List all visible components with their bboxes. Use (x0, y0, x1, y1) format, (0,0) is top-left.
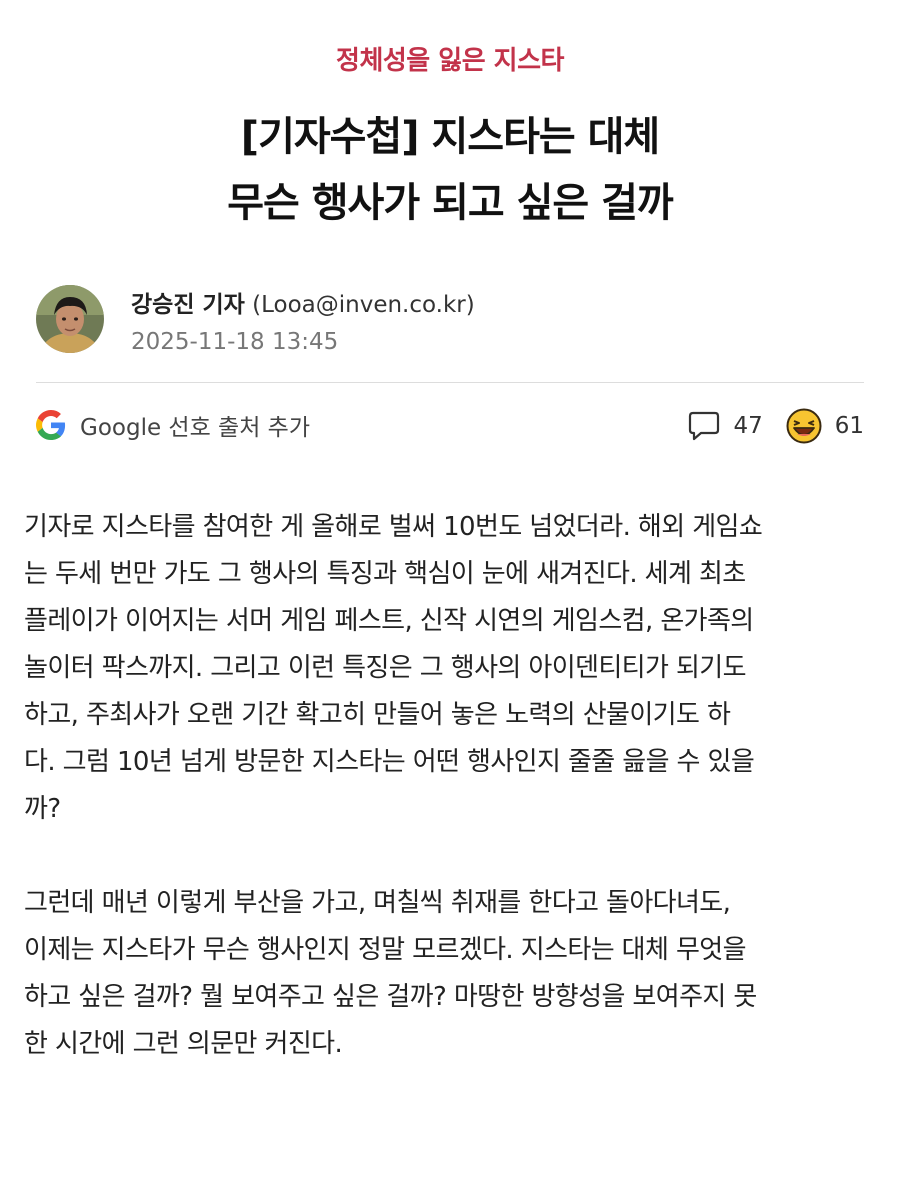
author-email[interactable]: (Looa@inven.co.kr) (252, 292, 475, 318)
comment-count-button[interactable]: 47 (687, 410, 763, 442)
author-line: 강승진 기자 (Looa@inven.co.kr) (131, 285, 475, 319)
author-byline: 강승진 기자 (Looa@inven.co.kr) 2025-11-18 13:… (36, 285, 864, 357)
publish-date: 2025-11-18 13:45 (131, 329, 339, 355)
article-stats: 47 61 (687, 404, 864, 448)
comment-bubble-icon (689, 411, 720, 441)
paragraph-line: 까? (24, 794, 61, 824)
header-divider (36, 382, 864, 383)
paragraph-line: 하고, 주최사가 오랜 기간 확고히 만들어 놓은 노력의 산물이기도 하 (24, 700, 731, 730)
article-headline: [기자수첩] 지스타는 대체 무슨 행사가 되고 싶은 걸까 (0, 104, 900, 236)
paragraph-line: 플레이가 이어지는 서머 게임 페스트, 신작 시연의 게임스컴, 온가족의 (24, 606, 754, 636)
google-logo-icon (36, 410, 66, 440)
article-body: 기자로 지스타를 참여한 게 올해로 벌써 10번도 넘었더라. 해외 게임쇼 … (24, 504, 876, 1115)
reaction-count: 61 (834, 413, 864, 439)
article-paragraph-2: 그런데 매년 이렇게 부산을 가고, 며칠씩 취재를 한다고 돌아다녀도, 이제… (24, 880, 876, 1068)
paragraph-line: 는 두세 번만 가도 그 행사의 특징과 핵심이 눈에 새겨진다. 세계 최초 (24, 559, 746, 589)
comment-count: 47 (733, 413, 763, 439)
avatar-photo-icon (36, 285, 104, 353)
reaction-count-button[interactable]: 61 (785, 407, 864, 445)
headline-line-2: 무슨 행사가 되고 싶은 걸까 (227, 180, 674, 226)
paragraph-line: 기자로 지스타를 참여한 게 올해로 벌써 10번도 넘었더라. 해외 게임쇼 (24, 512, 763, 542)
paragraph-line: 다. 그럼 10년 넘게 방문한 지스타는 어떤 행사인지 줄줄 읊을 수 있을 (24, 747, 755, 777)
paragraph-line: 이제는 지스타가 무슨 행사인지 정말 모르겠다. 지스타는 대체 무엇을 (24, 935, 747, 965)
google-preferred-source-button[interactable]: Google 선호 출처 추가 (36, 408, 310, 442)
headline-line-1: [기자수첩] 지스타는 대체 (240, 114, 660, 160)
author-avatar[interactable] (36, 285, 104, 353)
article-toolbar: Google 선호 출처 추가 47 61 (36, 404, 864, 448)
paragraph-line: 하고 싶은 걸까? 뭘 보여주고 싶은 걸까? 마땅한 방향성을 보여주지 못 (24, 982, 757, 1012)
paragraph-line: 한 시간에 그런 의문만 커진다. (24, 1029, 343, 1059)
paragraph-line: 그런데 매년 이렇게 부산을 가고, 며칠씩 취재를 한다고 돌아다녀도, (24, 888, 731, 918)
category-label[interactable]: 정체성을 잃은 지스타 (0, 40, 900, 77)
laughing-emoji-icon (786, 408, 822, 444)
google-preferred-source-label: Google 선호 출처 추가 (80, 415, 310, 441)
author-name[interactable]: 강승진 기자 (131, 292, 245, 318)
paragraph-line: 놀이터 팍스까지. 그리고 이런 특징은 그 행사의 아이덴티티가 되기도 (24, 653, 747, 683)
article-paragraph-1: 기자로 지스타를 참여한 게 올해로 벌써 10번도 넘었더라. 해외 게임쇼 … (24, 504, 876, 833)
